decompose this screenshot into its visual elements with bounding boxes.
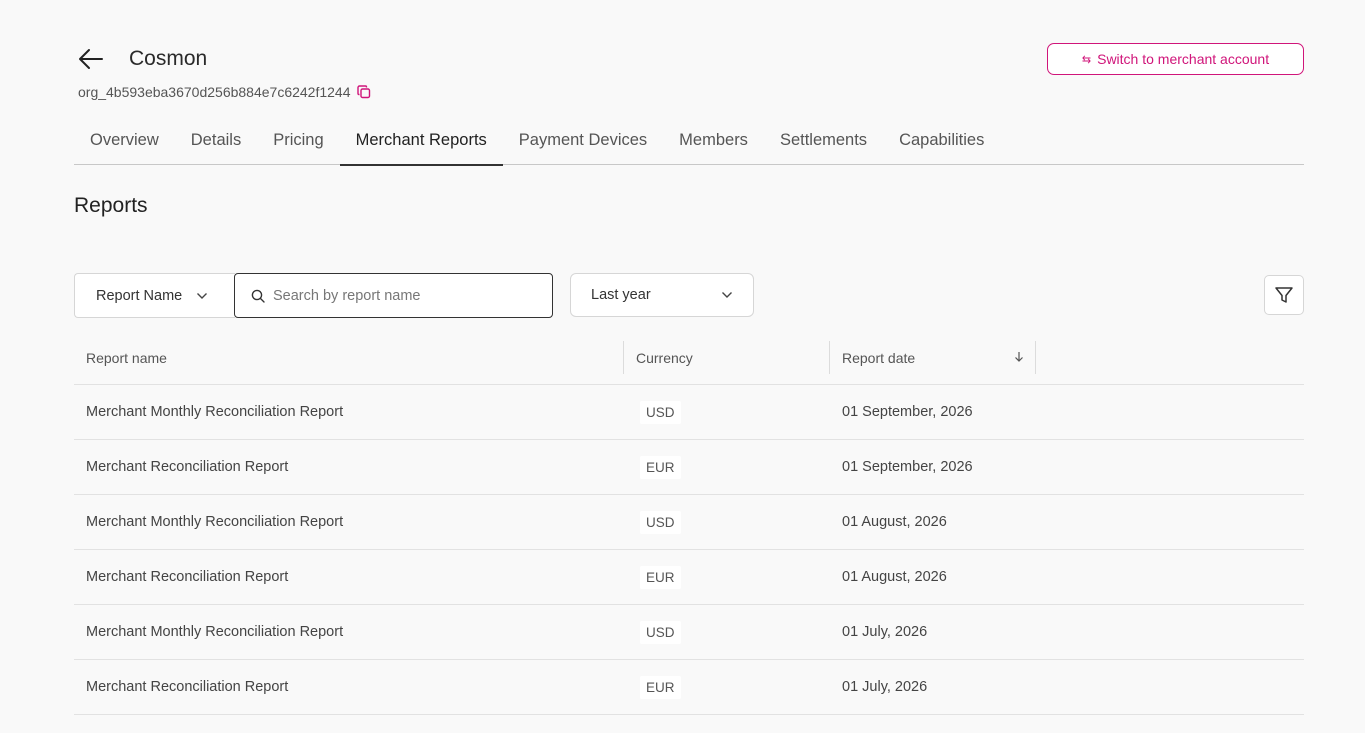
section-title: Reports xyxy=(74,194,148,217)
column-header-report-date-label: Report date xyxy=(842,349,916,366)
table-row[interactable]: Merchant Monthly Reconciliation Report U… xyxy=(74,495,1304,550)
column-header-report-date[interactable]: Report date xyxy=(830,331,1036,384)
currency-badge: USD xyxy=(640,510,681,534)
sort-down-icon[interactable] xyxy=(1014,351,1024,363)
column-header-report-name[interactable]: Report name xyxy=(74,331,624,384)
cell-report-date: 01 September, 2026 xyxy=(842,459,973,475)
chevron-down-icon xyxy=(197,292,208,299)
currency-badge: EUR xyxy=(640,455,681,479)
reports-table: Report name Currency Report date Merchan… xyxy=(74,331,1304,715)
org-id-row: org_4b593eba3670d256b884e7c6242f1244 xyxy=(78,83,371,101)
column-header-currency[interactable]: Currency xyxy=(624,331,830,384)
tab-bar: Overview Details Pricing Merchant Report… xyxy=(74,118,1304,166)
cell-report-date: 01 August, 2026 xyxy=(842,514,947,530)
date-range-select[interactable]: Last year xyxy=(570,273,754,317)
copy-icon[interactable] xyxy=(356,85,371,99)
date-range-value: Last year xyxy=(591,287,651,303)
merchant-reports-page: Cosmon org_4b593eba3670d256b884e7c6242f1… xyxy=(0,0,1365,733)
cell-report-name: Merchant Reconciliation Report xyxy=(86,679,289,695)
cell-report-name: Merchant Reconciliation Report xyxy=(86,569,289,585)
table-row[interactable]: Merchant Reconciliation Report EUR 01 Ju… xyxy=(74,660,1304,715)
cell-currency: EUR xyxy=(624,660,830,714)
cell-report-date: 01 September, 2026 xyxy=(842,404,973,420)
tab-payment-devices[interactable]: Payment Devices xyxy=(503,118,663,165)
currency-badge: USD xyxy=(640,400,681,424)
org-id: org_4b593eba3670d256b884e7c6242f1244 xyxy=(78,84,351,100)
table-row[interactable]: Merchant Reconciliation Report EUR 01 Se… xyxy=(74,440,1304,495)
currency-badge: USD xyxy=(640,620,681,644)
tab-details[interactable]: Details xyxy=(175,118,257,165)
search-field-select[interactable]: Report Name xyxy=(74,273,235,318)
table-row[interactable]: Merchant Monthly Reconciliation Report U… xyxy=(74,605,1304,660)
search-input[interactable] xyxy=(273,287,533,304)
back-button[interactable] xyxy=(76,45,106,73)
tab-settlements[interactable]: Settlements xyxy=(764,118,883,165)
tab-merchant-reports[interactable]: Merchant Reports xyxy=(339,118,503,166)
currency-badge: EUR xyxy=(640,565,681,589)
cell-report-name: Merchant Reconciliation Report xyxy=(86,459,289,475)
tab-overview[interactable]: Overview xyxy=(74,118,175,165)
switch-arrows-icon: ⇆ xyxy=(1081,53,1092,66)
cell-currency: USD xyxy=(624,605,830,659)
tab-members[interactable]: Members xyxy=(663,118,764,165)
tab-capabilities[interactable]: Capabilities xyxy=(883,118,1000,165)
org-name: Cosmon xyxy=(129,47,208,70)
tab-pricing[interactable]: Pricing xyxy=(257,118,339,165)
arrow-left-icon xyxy=(79,49,103,69)
filter-icon xyxy=(1275,287,1293,303)
filter-button[interactable] xyxy=(1264,275,1304,315)
chevron-down-icon xyxy=(722,292,732,298)
table-header: Report name Currency Report date xyxy=(74,331,1304,385)
cell-report-date: 01 July, 2026 xyxy=(842,624,928,640)
search-box xyxy=(234,273,553,318)
switch-button-label: Switch to merchant account xyxy=(1097,51,1270,67)
search-field-select-value: Report Name xyxy=(96,287,183,304)
cell-report-name: Merchant Monthly Reconciliation Report xyxy=(86,514,344,530)
cell-currency: EUR xyxy=(624,550,830,604)
currency-badge: EUR xyxy=(640,675,681,699)
switch-to-merchant-button[interactable]: ⇆ Switch to merchant account xyxy=(1047,43,1304,75)
cell-report-name: Merchant Monthly Reconciliation Report xyxy=(86,624,344,640)
cell-currency: USD xyxy=(624,495,830,549)
cell-report-date: 01 August, 2026 xyxy=(842,569,947,585)
cell-currency: USD xyxy=(624,385,830,439)
table-row[interactable]: Merchant Monthly Reconciliation Report U… xyxy=(74,385,1304,440)
cell-report-date: 01 July, 2026 xyxy=(842,679,928,695)
table-row[interactable]: Merchant Reconciliation Report EUR 01 Au… xyxy=(74,550,1304,605)
cell-currency: EUR xyxy=(624,440,830,494)
search-icon xyxy=(251,289,265,303)
cell-report-name: Merchant Monthly Reconciliation Report xyxy=(86,404,344,420)
